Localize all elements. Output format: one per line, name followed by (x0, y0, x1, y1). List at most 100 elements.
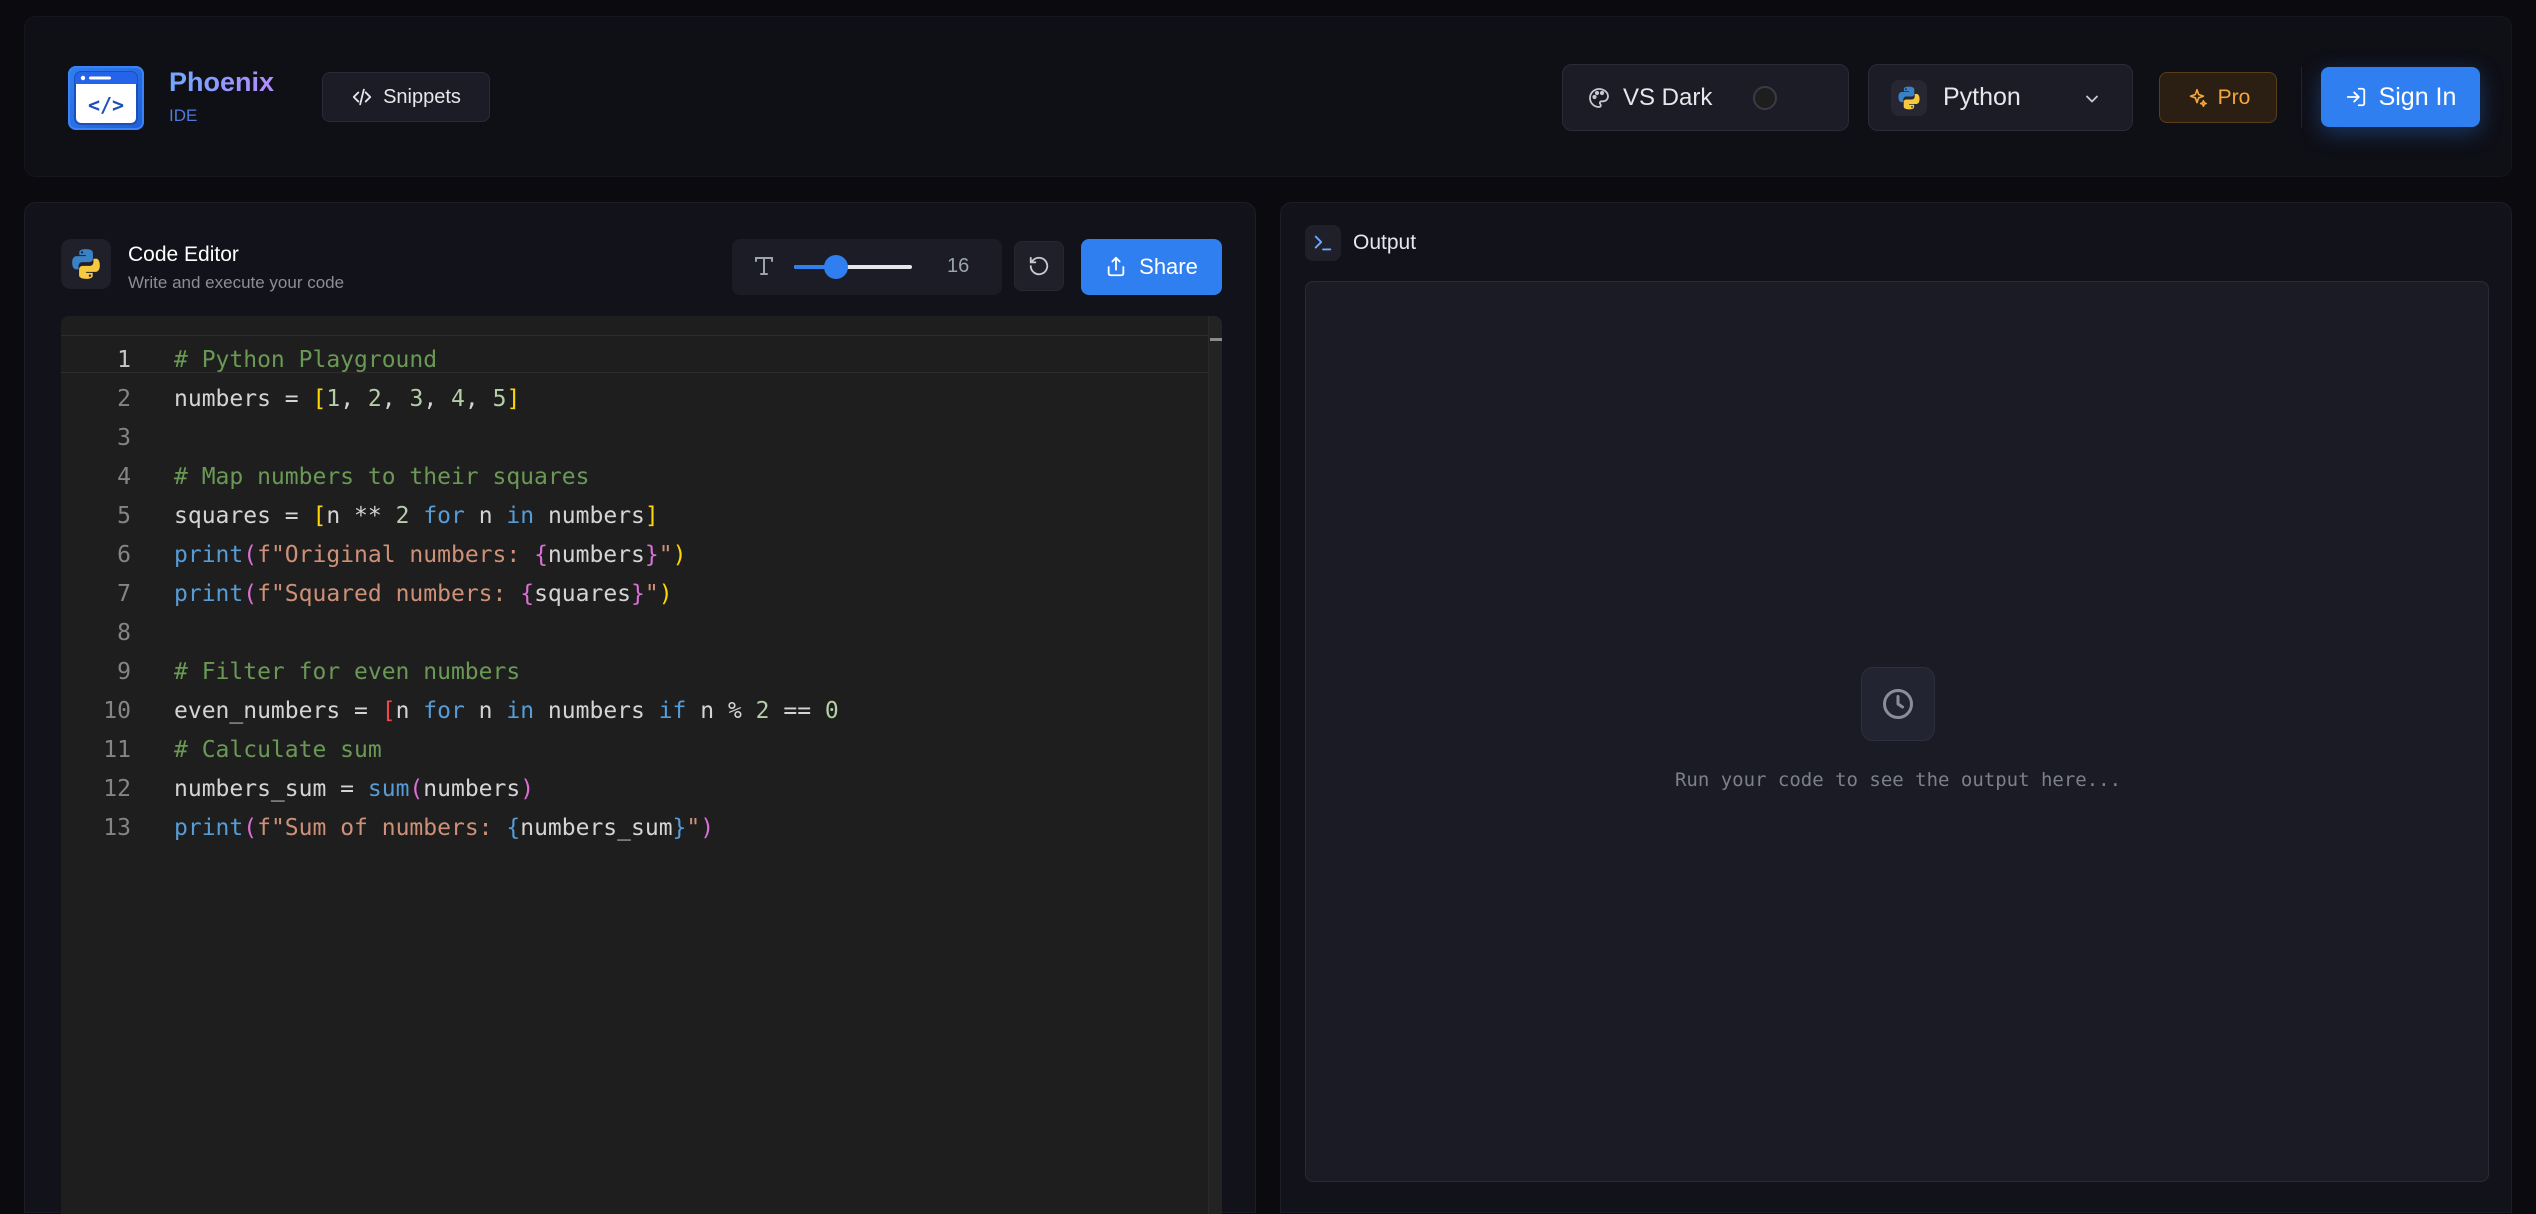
line-content: # Filter for even numbers (174, 653, 520, 692)
code-line: 4 # Map numbers to their squares (61, 458, 1201, 497)
code-token: numbers (534, 503, 645, 529)
share-button[interactable]: Share (1081, 239, 1222, 295)
output-area: Run your code to see the output here... (1305, 281, 2489, 1182)
line-number: 9 (117, 659, 131, 685)
code-line: 7 print(f"Squared numbers: {squares}") (61, 575, 1201, 614)
language-label: Python (1943, 83, 2021, 111)
chevron-down-icon (2086, 95, 2098, 103)
line-content: squares = [n ** 2 for n in numbers] (174, 497, 659, 536)
line-content: numbers_sum = sum(numbers) (174, 770, 534, 809)
code-token: { (520, 581, 535, 607)
line-number: 6 (117, 542, 131, 568)
code-token: numbers (547, 542, 645, 568)
code-line: 10 even_numbers = [n for n in numbers if … (61, 692, 1201, 731)
font-size-slider[interactable] (794, 255, 912, 279)
theme-select[interactable]: VS Dark (1562, 64, 1849, 131)
code-token: 2 (755, 698, 770, 724)
code-token: " (686, 815, 701, 841)
line-number: 7 (117, 581, 131, 607)
code-token: print (174, 581, 244, 607)
code-icon (352, 88, 372, 106)
share-label: Share (1139, 254, 1198, 279)
code-token: { (506, 815, 521, 841)
rotate-ccw-icon (1029, 256, 1049, 276)
code-token: ] (506, 386, 521, 412)
code-line: 12 numbers_sum = sum(numbers) (61, 770, 1201, 809)
code-token: numbers = (174, 386, 313, 412)
terminal-icon (1305, 225, 1341, 261)
app-logo[interactable]: </> (68, 66, 144, 130)
code-token: ( (409, 776, 424, 802)
code-token: n % (686, 698, 756, 724)
line-number: 10 (103, 698, 131, 724)
line-content: # Python Playground (174, 341, 437, 380)
line-number: 4 (117, 464, 131, 490)
code-token: squares (534, 581, 632, 607)
code-token: 0 (824, 698, 839, 724)
sign-in-label: Sign In (2378, 82, 2457, 111)
output-placeholder: Run your code to see the output here... (1674, 769, 2122, 791)
code-token: for (423, 503, 465, 529)
editor-scrollbar[interactable] (1208, 316, 1222, 1214)
pro-button[interactable]: Pro (2159, 72, 2277, 123)
code-token: # Map numbers to their squares (174, 464, 590, 490)
code-token: even_numbers = (174, 698, 382, 724)
code-token: 1 (326, 386, 341, 412)
svg-text:</>: </> (88, 93, 124, 117)
code-editor[interactable]: 1 # Python Playground 2 numbers = [1, 2, 3,… (61, 316, 1222, 1214)
code-token: squares = (174, 503, 313, 529)
code-token: if (658, 698, 687, 724)
code-token: 2 (367, 386, 382, 412)
editor-panel: Code Editor Write and execute your code … (24, 202, 1256, 1214)
code-token: [ (381, 698, 396, 724)
line-content: # Calculate sum (174, 731, 382, 770)
code-token: # Python Playground (174, 347, 438, 373)
line-number: 12 (103, 776, 131, 802)
code-token: for (423, 698, 465, 724)
code-token: ) (672, 542, 687, 568)
code-token: n (395, 698, 424, 724)
line-content: print(f"Original numbers: {numbers}") (174, 536, 686, 575)
code-token: f"Original numbers: (257, 542, 535, 568)
sign-in-button[interactable]: Sign In (2321, 67, 2480, 127)
code-token: ] (644, 503, 659, 529)
editor-title: Code Editor (128, 243, 239, 266)
code-token: [ (312, 503, 327, 529)
line-number: 2 (117, 386, 131, 412)
scrollbar-marker (1210, 338, 1222, 341)
code-token: n (464, 698, 507, 724)
code-token: } (644, 542, 659, 568)
app-header: </> Phoenix IDE Snippets VS Dark Python (24, 16, 2512, 177)
code-line: 11 # Calculate sum (61, 731, 1201, 770)
code-token: , (381, 386, 410, 412)
reset-button[interactable] (1014, 241, 1064, 291)
code-token: n ** (326, 503, 396, 529)
code-token: numbers (423, 776, 521, 802)
code-token: n (464, 503, 507, 529)
snippets-button[interactable]: Snippets (322, 72, 490, 122)
python-icon (61, 239, 111, 289)
line-content: even_numbers = [n for n in numbers if n … (174, 692, 839, 731)
share-icon (1107, 256, 1125, 277)
code-token: } (672, 815, 687, 841)
code-token: ( (243, 542, 258, 568)
code-line: 6 print(f"Original numbers: {numbers}") (61, 536, 1201, 575)
code-token: ) (658, 581, 673, 607)
slider-thumb[interactable] (824, 255, 849, 279)
code-line: 9 # Filter for even numbers (61, 653, 1201, 692)
code-token: 5 (492, 386, 507, 412)
language-select[interactable]: Python (1868, 64, 2133, 131)
app-subtitle: IDE (169, 106, 198, 125)
code-window-icon: </> (74, 71, 138, 125)
code-token: f"Squared numbers: (257, 581, 521, 607)
sparkles-icon (2189, 88, 2207, 107)
code-token: ) (520, 776, 535, 802)
code-token: numbers (534, 698, 659, 724)
code-line: 3 (61, 419, 1201, 458)
code-token: , (464, 386, 493, 412)
output-panel: Output Run your code to see the output h… (1280, 202, 2512, 1213)
line-content: # Map numbers to their squares (174, 458, 589, 497)
code-token: # Calculate sum (174, 737, 382, 763)
type-icon (755, 257, 773, 275)
